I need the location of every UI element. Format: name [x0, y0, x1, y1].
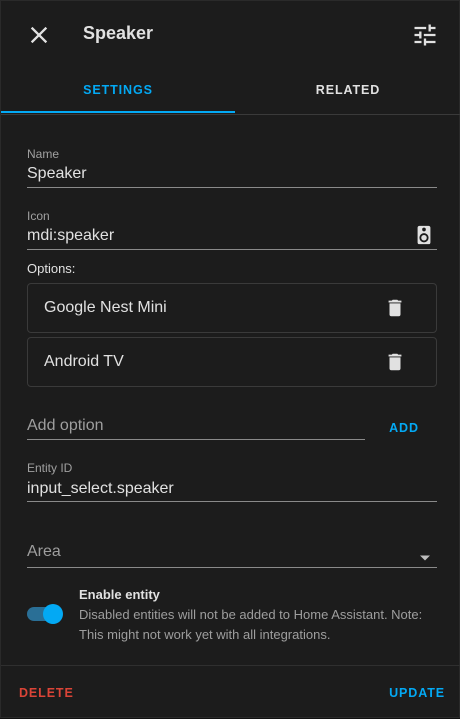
enable-entity-title: Enable entity [79, 587, 160, 602]
entity-id-field[interactable]: Entity ID input_select.speaker [27, 461, 437, 503]
dialog-header: Speaker [1, 1, 460, 67]
add-option-button[interactable]: ADD [379, 421, 429, 441]
tab-related[interactable]: RELATED [235, 67, 460, 114]
option-item-label: Google Nest Mini [44, 299, 167, 316]
option-item-label: Android TV [44, 353, 124, 370]
options-label: Options: [27, 261, 76, 276]
delete-option-icon[interactable] [384, 351, 406, 373]
area-underline [27, 567, 437, 568]
area-placeholder: Area [27, 543, 61, 560]
tab-settings[interactable]: SETTINGS [1, 67, 235, 114]
update-button[interactable]: UPDATE [389, 686, 445, 700]
dropdown-arrow-icon [419, 549, 431, 561]
icon-field-value[interactable]: mdi:speaker [27, 227, 114, 245]
enable-entity-description: Disabled entities will not be added to H… [79, 607, 423, 642]
add-option-underline [27, 439, 365, 440]
entity-settings-dialog: Speaker SETTINGS RELATED Name Speaker Ic… [0, 0, 460, 718]
icon-field[interactable]: Icon mdi:speaker [27, 209, 437, 251]
speaker-icon [413, 223, 435, 247]
delete-button[interactable]: DELETE [19, 686, 74, 700]
option-item: Android TV [27, 337, 437, 387]
tab-related-label: RELATED [315, 83, 381, 97]
name-field-underline [27, 187, 437, 188]
name-field-value[interactable]: Speaker [27, 165, 87, 183]
icon-field-label: Icon [27, 209, 50, 223]
name-field[interactable]: Name Speaker [27, 147, 437, 189]
delete-option-icon[interactable] [384, 297, 406, 319]
entity-id-value[interactable]: input_select.speaker [27, 480, 174, 498]
advanced-settings-icon[interactable] [411, 21, 439, 49]
name-field-label: Name [27, 147, 60, 161]
entity-id-underline [27, 501, 437, 502]
option-item: Google Nest Mini [27, 283, 437, 333]
active-tab-indicator [1, 111, 235, 113]
enable-entity-toggle[interactable] [27, 603, 65, 625]
add-option-input[interactable]: Add option [27, 415, 365, 441]
tab-settings-label: SETTINGS [83, 83, 153, 97]
entity-id-label: Entity ID [27, 461, 73, 475]
tab-bar: SETTINGS RELATED [1, 67, 460, 115]
icon-field-underline [27, 249, 437, 250]
dialog-title: Speaker [83, 23, 154, 43]
toggle-thumb [43, 604, 63, 624]
add-option-placeholder: Add option [27, 417, 104, 434]
area-select[interactable]: Area [27, 541, 437, 569]
dialog-footer: DELETE UPDATE [1, 665, 460, 719]
close-icon[interactable] [25, 21, 53, 49]
